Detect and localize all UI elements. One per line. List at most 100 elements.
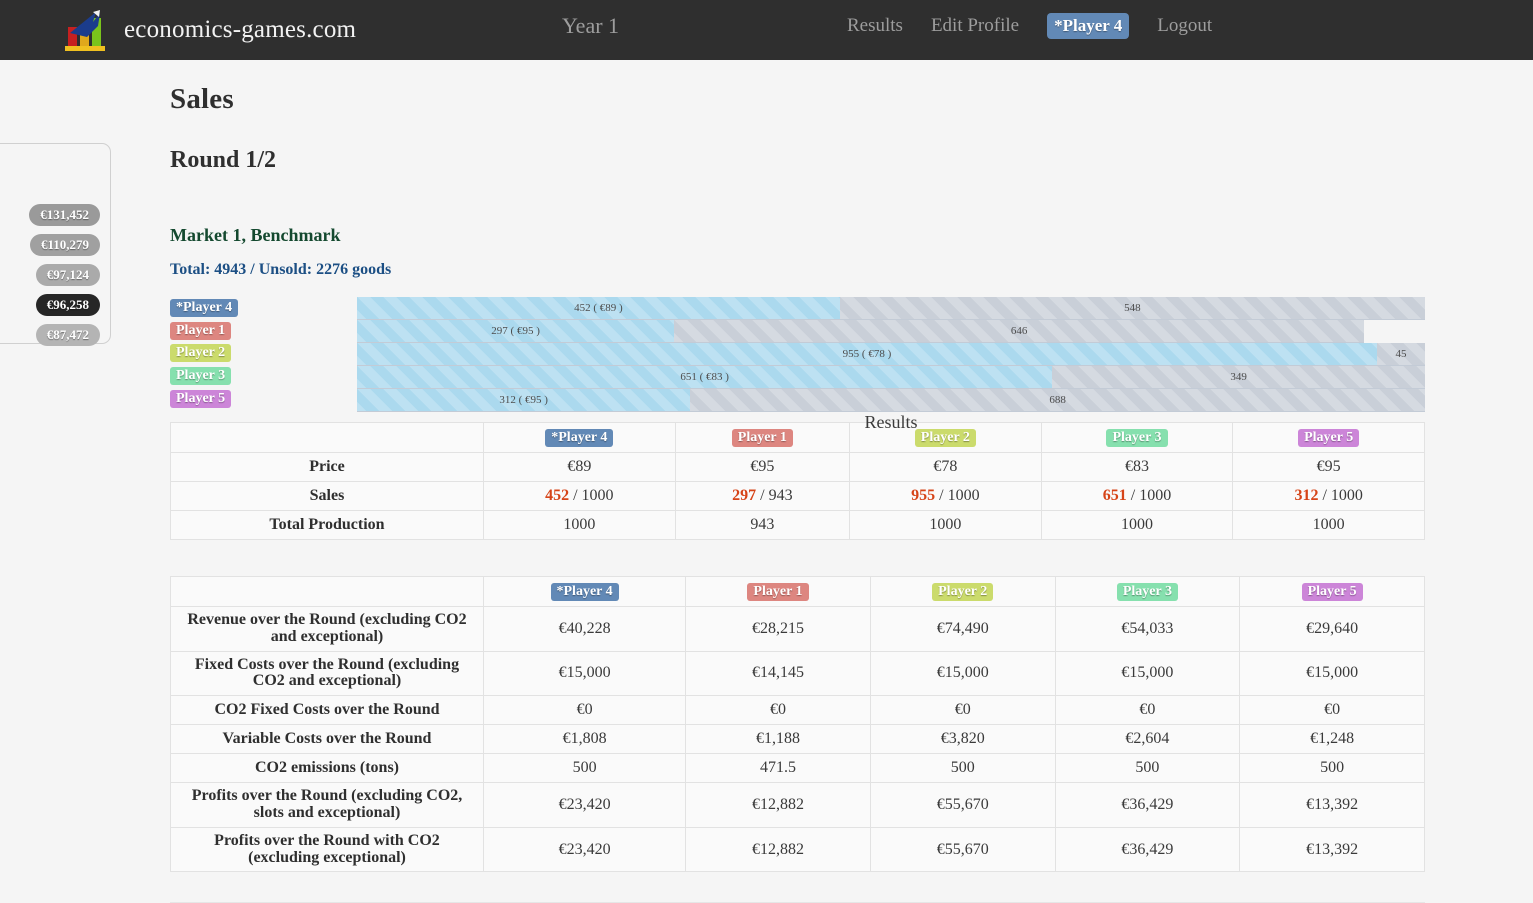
row-label: Revenue over the Round (excluding CO2 an… [170,606,484,652]
ranking-badge: €87,472 [35,324,100,346]
table-row: Fixed Costs over the Round (excluding CO… [170,650,1425,697]
nav-link-results[interactable]: Results [833,15,917,37]
chart-bar-segment-sold: 312 ( €95 ) [357,389,691,412]
sales-sold-value: 651 [1102,487,1127,504]
chart-bar-segment-unsold: 688 [690,389,1425,412]
financials-table: *Player 4 Player 1 Player 2 Player 3 Pla… [170,576,1425,873]
sales-sold-value: 452 [545,487,570,504]
financials-cell: €15,000 [869,650,1056,697]
financials-cell: €0 [869,695,1056,726]
table-row: CO2 emissions (tons) 500 471.5 500 500 500 [170,753,1425,784]
cell-production-p3: 1000 [1040,510,1234,540]
ranking-side-panel: €131,452 €110,279 €97,124 €96,258 €87,47… [0,143,111,346]
row-label: Profits over the Round (excluding CO2, s… [170,782,484,828]
sales-total-value: 1000 [581,487,614,504]
chart-bar-row: 312 ( €95 ) 688 [357,389,1425,412]
ranking-badge-list: €131,452 €110,279 €97,124 €96,258 €87,47… [29,204,100,346]
player-tag-p5: Player 5 [1301,583,1363,601]
chart-bar-row: 452 ( €89 ) 548 [357,297,1425,320]
bar-chart-arrow-logo-icon [60,5,110,55]
sales-total-value: 1000 [1330,487,1363,504]
chart-bar-segment-sold: 297 ( €95 ) [357,320,675,343]
row-label-sales: Sales [170,481,484,511]
financials-cell: €74,490 [869,606,1056,652]
player-tag-p1: Player 1 [170,321,232,340]
cell-sales-p1: 297 / 943 [674,481,851,511]
financials-cell: 500 [1054,753,1241,784]
financials-cell: 471.5 [685,753,871,784]
market-total-summary: Total: 4943 / Unsold: 2276 goods [170,261,392,278]
financials-cell: €1,808 [482,724,687,755]
financials-cell: €13,392 [1239,782,1425,828]
financials-cell: €23,420 [482,782,687,828]
ranking-badge: €97,124 [35,264,100,286]
financials-cell: €13,392 [1239,826,1425,873]
brand-text: economics-games.com [124,16,357,43]
sales-bar-chart: *Player 4 Player 1 Player 2 Player 3 Pla… [170,297,1426,432]
chart-bar-row: 297 ( €95 ) 646 [357,320,1425,343]
cell-price-p1: €95 [674,452,851,482]
financials-cell: 500 [869,753,1056,784]
player-tag-p4: *Player 4 [170,299,239,318]
financials-cell: €12,882 [685,826,871,873]
row-label: CO2 Fixed Costs over the Round [170,695,484,726]
chart-row-labels: *Player 4 Player 1 Player 2 Player 3 Pla… [170,297,350,410]
financials-table-body: Revenue over the Round (excluding CO2 an… [170,606,1425,873]
table-row: Revenue over the Round (excluding CO2 an… [170,606,1425,652]
chart-bar-row: 651 ( €83 ) 349 [357,366,1425,389]
financials-cell: €36,429 [1054,826,1241,873]
table-row: Variable Costs over the Round €1,808 €1,18… [170,724,1425,755]
sales-sold-value: 297 [732,487,757,504]
row-label-price: Price [170,452,484,482]
chart-bar-segment-unsold: 45 [1376,343,1425,366]
cell-price-p5: €95 [1232,452,1425,482]
financials-cell: €15,000 [482,650,687,697]
table-row: CO2 Fixed Costs over the Round €0 €0 €0 €0 €0 [170,695,1425,726]
cell-production-p2: 1000 [849,510,1042,540]
col-header-p2: Player 2 [869,576,1056,607]
cell-sales-p4: 452 / 1000 [483,481,676,511]
financials-cell: 500 [1239,753,1425,784]
financials-cell: €55,670 [869,826,1056,873]
col-header-p4: *Player 4 [482,576,687,607]
chart-label-row: Player 5 [170,387,350,410]
financials-cell: €14,145 [685,650,871,697]
sales-total-value: 1000 [1139,487,1172,504]
cell-production-p1: 943 [674,510,851,540]
col-header-p5: Player 5 [1239,576,1425,607]
row-label-total-production: Total Production [170,510,484,540]
table-row: Price €89 €95 €78 €83 €95 [170,452,1425,482]
chart-bar-row: 955 ( €78 ) 45 [357,343,1425,366]
nav-links: Results Edit Profile *Player 4 Logout [833,13,1226,39]
chart-bar-segment-sold: 955 ( €78 ) [357,343,1377,366]
financials-cell: €1,188 [685,724,871,755]
nav-link-current-player[interactable]: *Player 4 [1047,13,1130,39]
row-label: Variable Costs over the Round [170,724,484,755]
chart-bar-segment-unsold: 548 [839,297,1425,320]
cell-price-p4: €89 [483,452,676,482]
nav-link-edit-profile[interactable]: Edit Profile [917,15,1033,37]
brand[interactable]: economics-games.com [60,5,356,55]
ranking-badge-current-player: €96,258 [35,294,100,316]
table-row: Sales 452 / 1000 297 / 943 955 / 1000 65… [170,481,1425,511]
financials-cell: €55,670 [869,782,1056,828]
nav-link-logout[interactable]: Logout [1143,15,1226,37]
cell-production-p4: 1000 [483,510,676,540]
chart-bar-segment-sold: 651 ( €83 ) [357,366,1053,389]
table-row: Total Production 1000 943 1000 1000 1000 [170,510,1425,540]
year-indicator: Year 1 [562,13,620,38]
sales-sold-value: 312 [1294,487,1319,504]
round-title: Round 1/2 [170,147,277,173]
table-spacer [170,540,1426,568]
chart-caption: Results [864,412,918,432]
financials-cell: €0 [1239,695,1425,726]
chart-label-row: Player 2 [170,342,350,365]
financials-cell: €40,228 [482,606,687,652]
financials-cell: 500 [482,753,687,784]
col-header-p1: Player 1 [685,576,871,607]
sales-total-value: 943 [768,487,793,504]
row-label: Fixed Costs over the Round (excluding CO… [170,650,484,697]
financials-cell: €54,033 [1054,606,1241,652]
financials-cell: €15,000 [1239,650,1425,697]
results-table: *Player 4 Player 1 Player 2 Player 3 Pla… [170,422,1425,540]
